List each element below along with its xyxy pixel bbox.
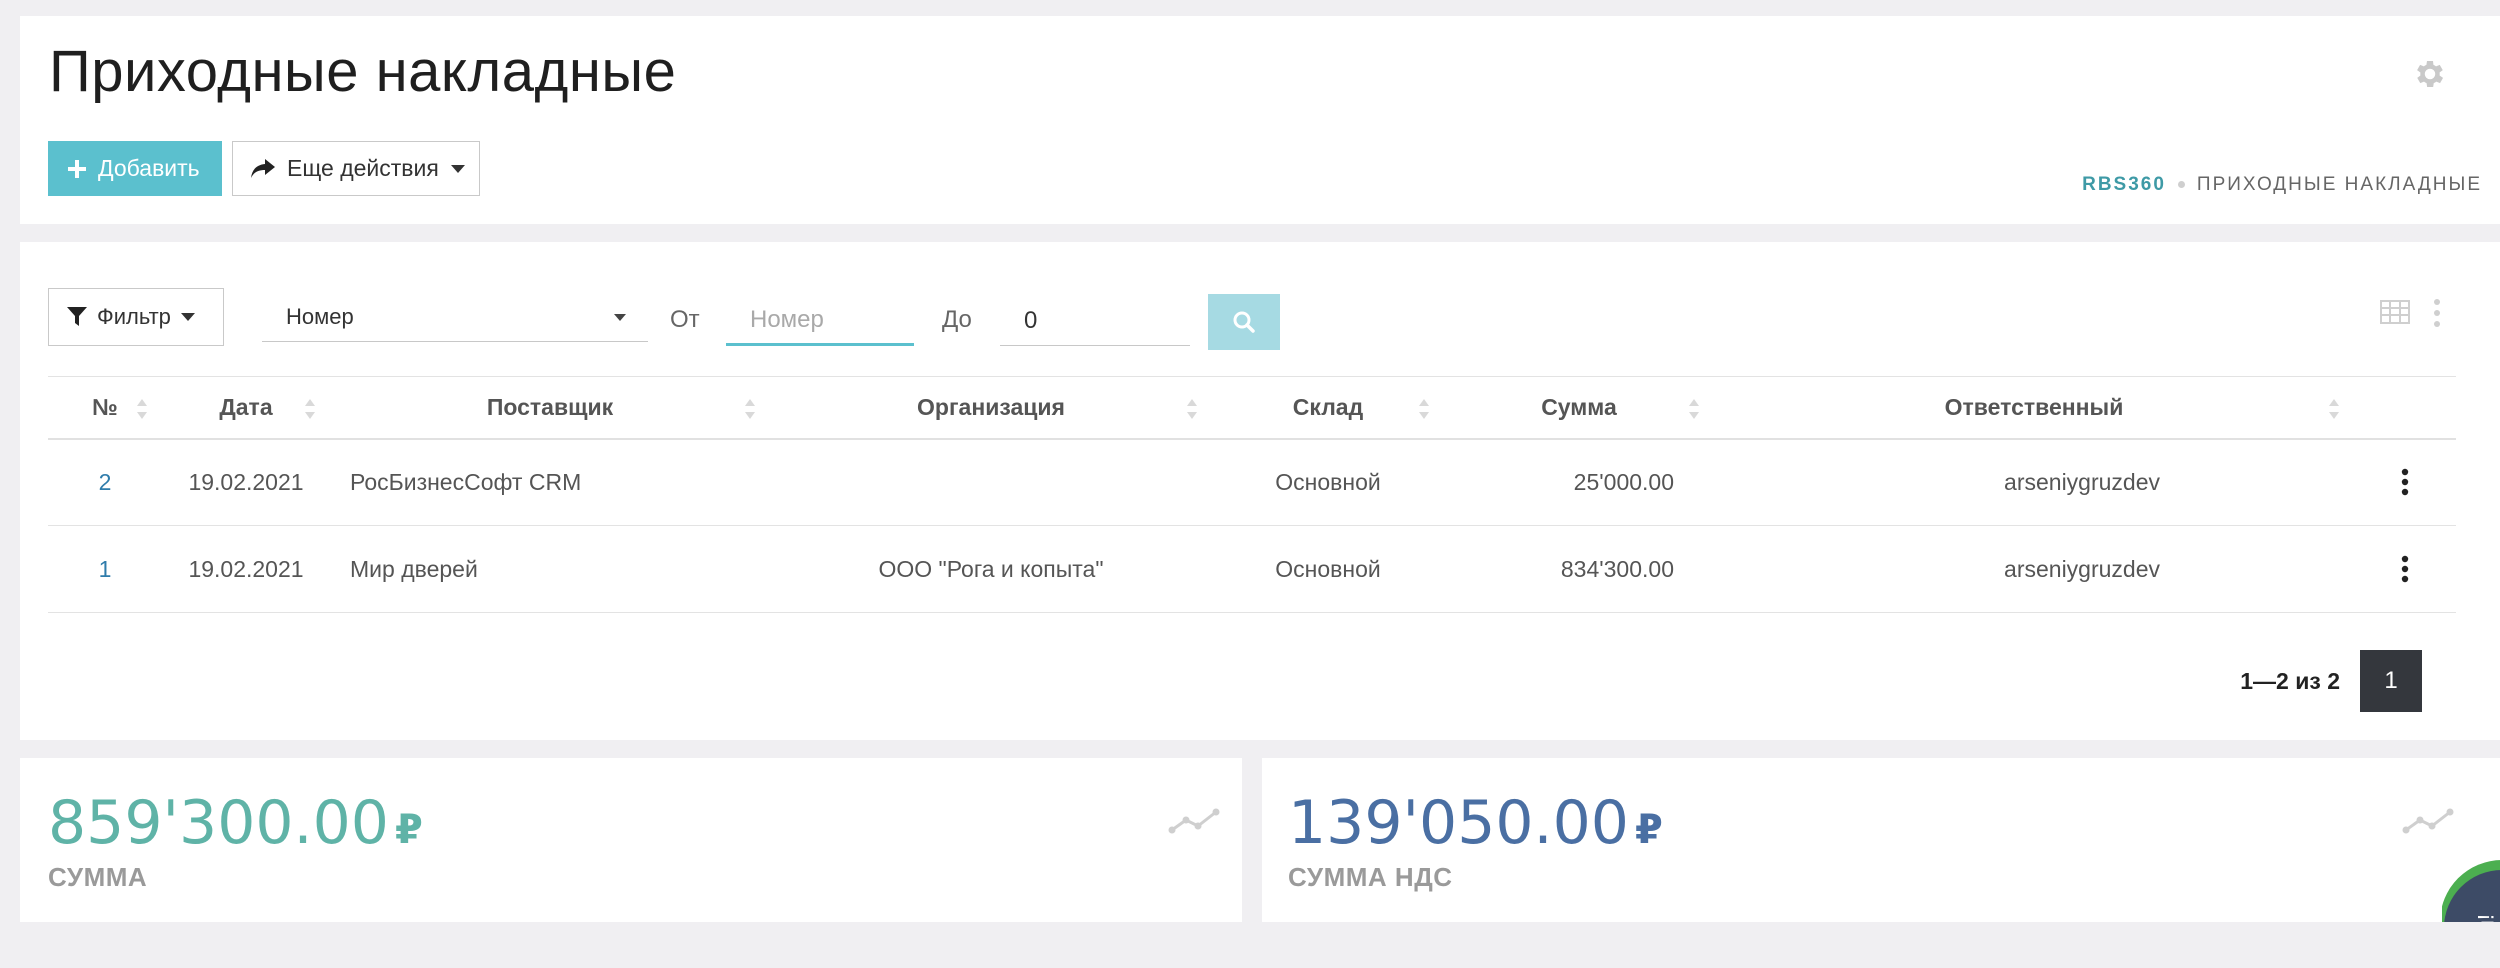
- gear-icon[interactable]: [2412, 56, 2448, 92]
- breadcrumb: RBS360 ПРИХОДНЫЕ НАКЛАДНЫЕ: [1922, 174, 2500, 196]
- sort-icon: [745, 399, 755, 419]
- column-header-supplier[interactable]: Поставщик: [330, 376, 770, 440]
- pagination-info: 1—2 из 2: [2240, 667, 2340, 694]
- invoices-table: № Дата Поставщик Организация Склад Сумма…: [48, 376, 2456, 613]
- row-date: 19.02.2021: [162, 438, 330, 526]
- chat-widget-bubble: [2442, 860, 2500, 922]
- row-organization: [770, 438, 1212, 526]
- add-button[interactable]: Добавить: [48, 141, 222, 196]
- column-header-actions: [2354, 376, 2456, 440]
- total-sum-value: 859'300.00: [48, 788, 389, 858]
- total-sum-label: СУММА: [48, 862, 148, 892]
- search-icon: [1233, 311, 1255, 333]
- total-sum-value-wrap: 859'300.00 ₽: [48, 788, 423, 858]
- vat-sum-label: СУММА НДС: [1288, 862, 1453, 892]
- vat-sum-value: 139'050.00: [1288, 788, 1629, 858]
- from-label: От: [670, 306, 700, 333]
- page-title: Приходные накладные: [49, 39, 677, 104]
- row-menu-icon[interactable]: [2401, 468, 2409, 496]
- to-label: До: [942, 306, 972, 333]
- row-owner: arseniygruzdev: [1714, 438, 2354, 526]
- table-view-icon[interactable]: [2380, 300, 2410, 324]
- caret-down-icon: [180, 313, 195, 321]
- breadcrumb-separator: [2177, 181, 2185, 189]
- table-row[interactable]: 1 19.02.2021 Мир дверей ООО "Рога и копы…: [48, 525, 2456, 613]
- currency-symbol: ₽: [1634, 807, 1663, 853]
- breadcrumb-root[interactable]: RBS360: [2082, 174, 2166, 195]
- invoices-panel: Фильтр Номер От До № Дата Поставщик Орга…: [20, 242, 2500, 740]
- chat-widget[interactable]: йн!: [2442, 842, 2500, 922]
- row-warehouse: Основной: [1212, 525, 1444, 613]
- trend-line-icon[interactable]: [2402, 806, 2454, 836]
- column-header-warehouse[interactable]: Склад: [1212, 376, 1444, 440]
- row-sum: 834'300.00: [1444, 525, 1714, 613]
- filter-button[interactable]: Фильтр: [48, 288, 224, 346]
- row-owner: arseniygruzdev: [1714, 525, 2354, 613]
- column-header-date[interactable]: Дата: [162, 376, 330, 440]
- search-button[interactable]: [1208, 294, 1280, 350]
- page-header: Приходные накладные Добавить Еще действи…: [20, 16, 2500, 224]
- table-header-row: № Дата Поставщик Организация Склад Сумма…: [48, 376, 2456, 440]
- sort-icon: [137, 399, 147, 419]
- row-supplier: РосБизнесСофт CRM: [330, 438, 770, 526]
- sort-icon: [1187, 399, 1197, 419]
- breadcrumb-current: ПРИХОДНЫЕ НАКЛАДНЫЕ: [2196, 174, 2482, 195]
- add-button-label: Добавить: [98, 155, 200, 181]
- page-button[interactable]: 1: [2360, 650, 2422, 712]
- column-header-sum[interactable]: Сумма: [1444, 376, 1714, 440]
- total-sum-card: 859'300.00 ₽ СУММА: [20, 758, 1242, 922]
- plus-icon: [68, 159, 86, 178]
- vat-sum-value-wrap: 139'050.00 ₽: [1288, 788, 1663, 858]
- row-number-link[interactable]: 2: [99, 469, 112, 495]
- vat-sum-card: 139'050.00₽ СУММА НДС йн!: [1262, 758, 2500, 922]
- row-organization: ООО "Рога и копыта": [770, 525, 1212, 613]
- chat-widget-text: йн!: [2474, 914, 2500, 922]
- filter-field-value: Номер: [286, 304, 354, 329]
- column-header-number[interactable]: №: [48, 376, 162, 440]
- more-vertical-icon[interactable]: [2432, 298, 2442, 328]
- row-menu-icon[interactable]: [2401, 555, 2409, 583]
- from-input[interactable]: [726, 296, 914, 346]
- currency-symbol: ₽: [394, 807, 423, 853]
- sort-icon: [1689, 399, 1699, 419]
- row-supplier: Мир дверей: [330, 525, 770, 613]
- filter-button-label: Фильтр: [97, 304, 171, 329]
- pagination: 1—2 из 2 1: [2240, 650, 2422, 712]
- caret-down-icon: [614, 314, 626, 321]
- caret-down-icon: [450, 164, 465, 173]
- more-actions-button[interactable]: Еще действия: [232, 141, 480, 196]
- row-number-link[interactable]: 1: [99, 556, 112, 582]
- more-actions-label: Еще действия: [287, 155, 439, 181]
- row-warehouse: Основной: [1212, 438, 1444, 526]
- table-row[interactable]: 2 19.02.2021 РосБизнесСофт CRM Основной …: [48, 438, 2456, 526]
- funnel-icon: [67, 307, 87, 326]
- row-sum: 25'000.00: [1444, 438, 1714, 526]
- to-input[interactable]: [1000, 296, 1190, 346]
- filter-field-select[interactable]: Номер: [262, 292, 648, 342]
- share-arrow-icon: [251, 158, 275, 178]
- sort-icon: [2329, 399, 2339, 419]
- sort-icon: [1419, 399, 1429, 419]
- column-header-owner[interactable]: Ответственный: [1714, 376, 2354, 440]
- trend-line-icon[interactable]: [1168, 806, 1220, 836]
- column-header-organization[interactable]: Организация: [770, 376, 1212, 440]
- sort-icon: [305, 399, 315, 419]
- row-date: 19.02.2021: [162, 525, 330, 613]
